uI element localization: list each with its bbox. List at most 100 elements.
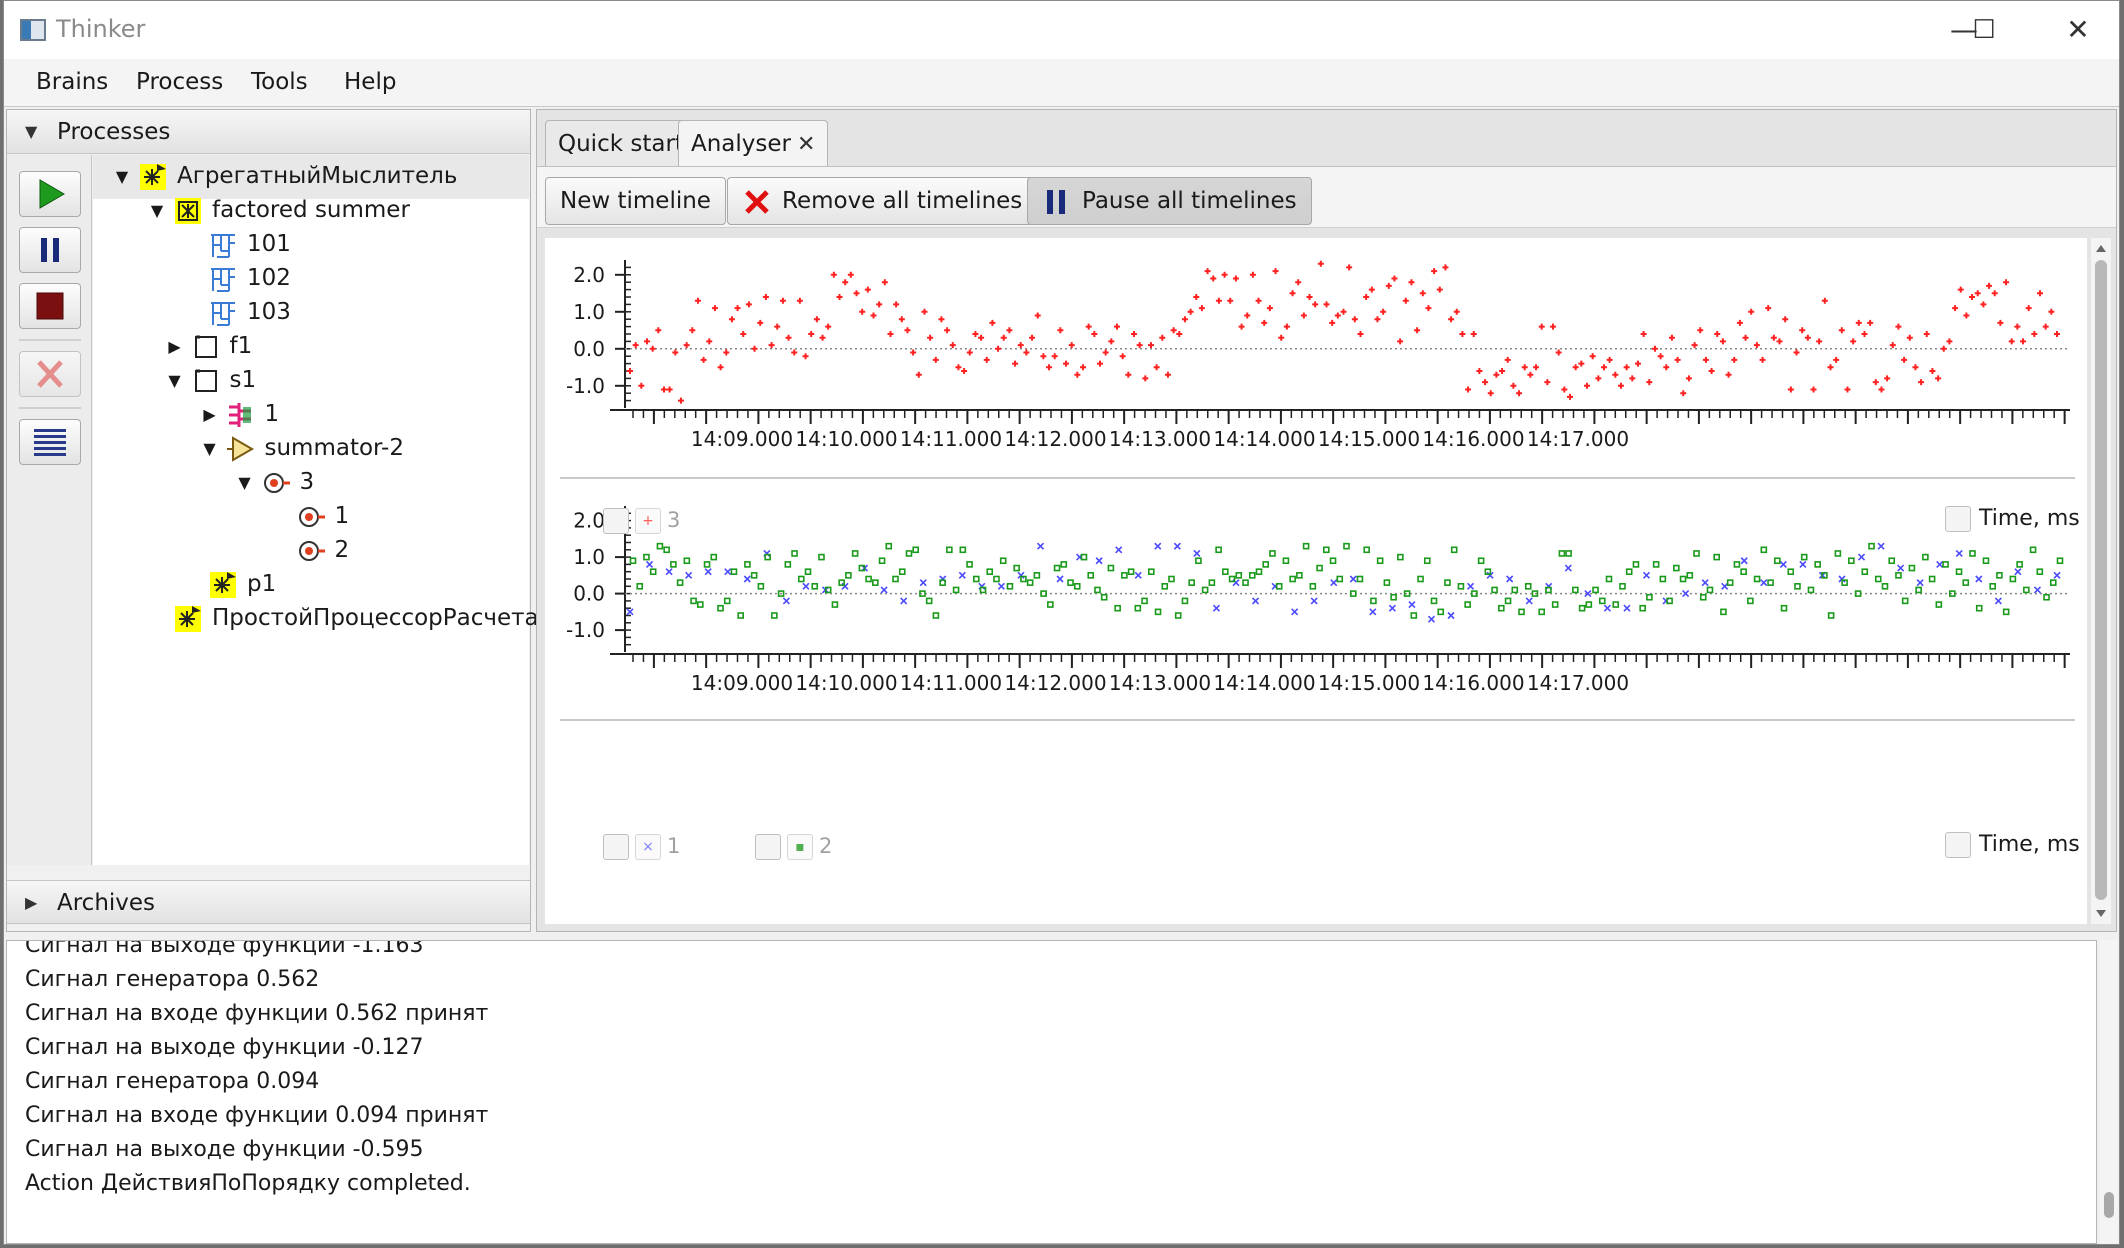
collapse-arrow-icon[interactable]: ▼ <box>113 167 131 186</box>
menu-brains[interactable]: Brains <box>36 69 108 95</box>
pause-all-timelines-button[interactable]: Pause all timelines <box>1027 177 1312 225</box>
run-button[interactable] <box>19 171 81 217</box>
data-point <box>1291 608 1299 616</box>
tree-item-label: 2 <box>334 537 350 563</box>
data-point <box>643 553 650 561</box>
data-point <box>1450 546 1458 554</box>
data-point <box>1848 557 1855 565</box>
data-point <box>811 582 819 590</box>
tab-quick-start[interactable]: Quick start <box>545 120 697 166</box>
collapse-arrow-icon[interactable]: ▼ <box>236 473 254 492</box>
data-point <box>1952 305 1959 312</box>
data-point <box>824 586 832 594</box>
pause-all-label: Pause all timelines <box>1082 188 1297 214</box>
data-point <box>1721 582 1729 590</box>
data-point <box>1102 349 1109 356</box>
archives-header[interactable]: ▶ Archives <box>7 880 530 924</box>
data-point <box>649 568 657 576</box>
data-point <box>1510 382 1517 389</box>
charts-scrollbar[interactable] <box>2091 238 2111 924</box>
data-point <box>762 294 769 300</box>
data-point <box>1340 308 1347 315</box>
expand-arrow-icon[interactable]: ▶ <box>166 337 184 356</box>
data-point <box>1868 542 1875 550</box>
remove-all-label: Remove all timelines <box>782 188 1023 214</box>
close-tab-icon[interactable]: ✕ <box>797 132 815 157</box>
data-point <box>1397 338 1404 345</box>
data-point <box>904 327 911 334</box>
series-2-visible-checkbox[interactable] <box>755 834 781 860</box>
close-button[interactable]: ✕ <box>2058 13 2098 47</box>
time-axis-checkbox-1[interactable] <box>1945 506 1971 532</box>
data-point <box>1504 597 1512 605</box>
console-line: Сигнал генератора 0.562 <box>25 967 320 992</box>
data-point <box>1565 550 1572 557</box>
data-point <box>919 590 926 597</box>
data-point <box>932 612 940 619</box>
data-point <box>1244 312 1251 319</box>
data-point <box>819 334 826 341</box>
data-point <box>1040 353 1047 360</box>
console-line: Сигнал на входе функции 0.562 принят <box>25 1001 489 1026</box>
data-point <box>1946 338 1953 345</box>
collapse-arrow-icon[interactable]: ▼ <box>166 371 184 390</box>
data-point <box>818 553 825 561</box>
archives-title: Archives <box>57 890 156 916</box>
collapse-arrow-icon[interactable]: ▼ <box>148 201 166 220</box>
series-3-visible-checkbox[interactable] <box>603 508 629 534</box>
data-point <box>1174 612 1182 619</box>
timeline-chart-1: 2.0 1.0 0.0 -1.0 14:09.000 14:10.000 14:11.000… <box>560 260 2075 479</box>
pause-icon <box>41 238 59 262</box>
data-point <box>1091 331 1098 337</box>
menu-process[interactable]: Process <box>136 69 223 95</box>
data-point <box>737 612 744 619</box>
collapse-arrow-icon[interactable]: ▼ <box>201 439 219 458</box>
delete-icon <box>37 360 63 388</box>
data-point <box>1787 568 1795 576</box>
x-tick-label: 14:17.000 <box>1527 427 1629 451</box>
data-point <box>1680 390 1687 397</box>
x-tick-label: 14:11.000 <box>900 427 1002 451</box>
tree-item[interactable]: ПростойПроцессорРасчета <box>93 597 539 641</box>
delete-button[interactable] <box>19 351 81 397</box>
x-tick-label: 14:12.000 <box>1004 671 1106 695</box>
data-point <box>685 571 693 579</box>
data-point <box>1666 597 1673 605</box>
data-point <box>643 338 650 345</box>
data-point <box>1612 601 1620 608</box>
data-point <box>921 308 928 315</box>
pause-button[interactable] <box>19 227 81 273</box>
x-tick-label: 14:16.000 <box>1422 427 1524 451</box>
expand-arrow-icon[interactable]: ▶ <box>201 405 219 424</box>
menu-help[interactable]: Help <box>344 69 396 95</box>
data-point <box>1928 575 1936 583</box>
data-point <box>1612 371 1619 378</box>
remove-all-timelines-button[interactable]: Remove all timelines <box>727 177 1038 225</box>
data-point <box>1816 338 1823 345</box>
data-point <box>872 579 879 586</box>
console-scrollbar[interactable] <box>2100 940 2118 1244</box>
data-point <box>627 368 633 374</box>
series-1-visible-checkbox[interactable] <box>603 834 629 860</box>
data-point <box>1210 275 1217 282</box>
data-point <box>1538 323 1545 330</box>
menu-tools[interactable]: Tools <box>251 69 308 95</box>
time-axis-checkbox-2[interactable] <box>1945 832 1971 858</box>
data-point <box>1918 379 1925 386</box>
data-point <box>1600 364 1607 371</box>
data-point <box>1499 368 1506 374</box>
new-timeline-button[interactable]: New timeline <box>545 177 726 225</box>
data-point <box>978 334 985 341</box>
data-point <box>1312 301 1319 308</box>
tab-analyser[interactable]: Analyser ✕ <box>678 120 829 168</box>
data-point <box>1834 550 1842 557</box>
data-point <box>1136 342 1143 349</box>
processes-header[interactable]: ▼ Processes <box>7 110 530 154</box>
stop-button[interactable] <box>19 283 81 329</box>
data-point <box>1969 294 1976 300</box>
maximize-button[interactable]: ☐ <box>1964 13 2004 47</box>
log-button[interactable] <box>19 419 81 465</box>
data-point <box>1073 582 1081 590</box>
data-point <box>1794 582 1801 590</box>
timeline-chart-2: 2.0 1.0 0.0 -1.0 14:09.000 14:10.000 14:11.000… <box>560 506 2075 721</box>
